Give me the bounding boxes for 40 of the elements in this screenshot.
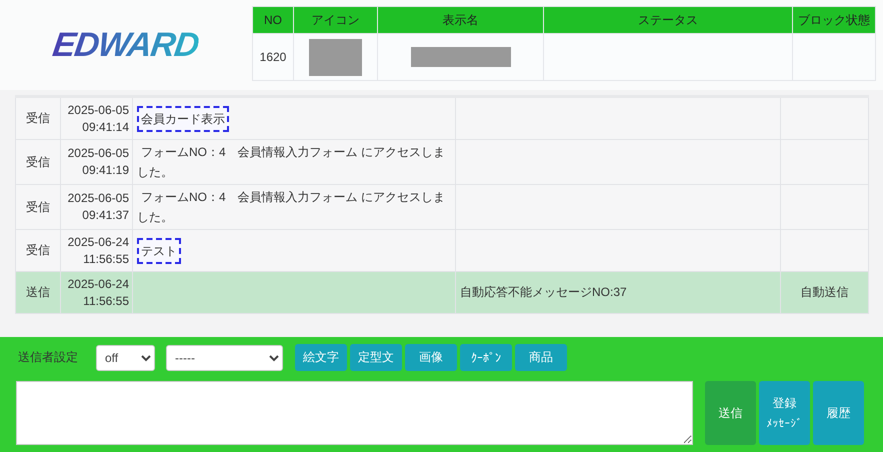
time-text: 09:41:19 [81,162,129,179]
message-input[interactable] [16,381,693,445]
date-text: 2025-06-24 [66,234,129,250]
message-text: フォームNO：4 会員情報入力フォーム にアクセスしました。 [137,189,446,226]
tool-button[interactable]: 画像 [405,344,457,371]
direction-cell: 受信 [16,230,60,272]
direction-cell: 受信 [16,184,60,230]
action-button[interactable]: 送信 [705,381,756,445]
tool-button[interactable]: ｸｰﾎﾟﾝ [460,344,512,371]
message-text: フォームNO：4 会員情報入力フォーム にアクセスしました。 [137,144,446,181]
column-header: ステータス [544,6,792,34]
date-text: 2025-06-05 [66,102,129,118]
time-text: 09:41:14 [81,118,129,136]
column-header: 表示名 [378,6,544,34]
date-text: 2025-06-05 [66,190,129,207]
time-text: 11:56:55 [82,292,129,310]
template-select[interactable]: ----- [166,344,283,370]
send-type-text: 自動送信 [800,285,848,299]
column-header: NO [252,6,294,34]
sender-select[interactable]: off [96,344,155,370]
column-header: アイコン [294,6,378,34]
redacted-avatar [309,38,362,76]
tool-button[interactable]: 商品 [515,344,567,371]
time-text: 09:41:37 [81,207,129,224]
direction-cell: 受信 [16,96,60,140]
direction-cell: 送信 [16,272,60,314]
date-text: 2025-06-05 [66,145,129,162]
message-text: テスト [137,238,181,264]
sender-setting-label: 送信者設定 [18,349,78,366]
tool-button[interactable]: 定型文 [350,344,402,371]
action-button[interactable]: 登録 ﾒｯｾｰｼﾞ [759,381,810,445]
table-cell: 1620 [252,34,294,80]
time-text: 11:56:55 [82,250,129,268]
message-text: 自動応答不能メッセージNO:37 [460,285,627,299]
message-text: 会員カード表示 [137,106,229,132]
tool-button[interactable]: 絵文字 [295,344,347,371]
direction-cell: 受信 [16,140,60,184]
date-text: 2025-06-24 [66,276,129,292]
action-button[interactable]: 履歴 [813,381,864,445]
column-header: ブロック状態 [792,6,876,34]
